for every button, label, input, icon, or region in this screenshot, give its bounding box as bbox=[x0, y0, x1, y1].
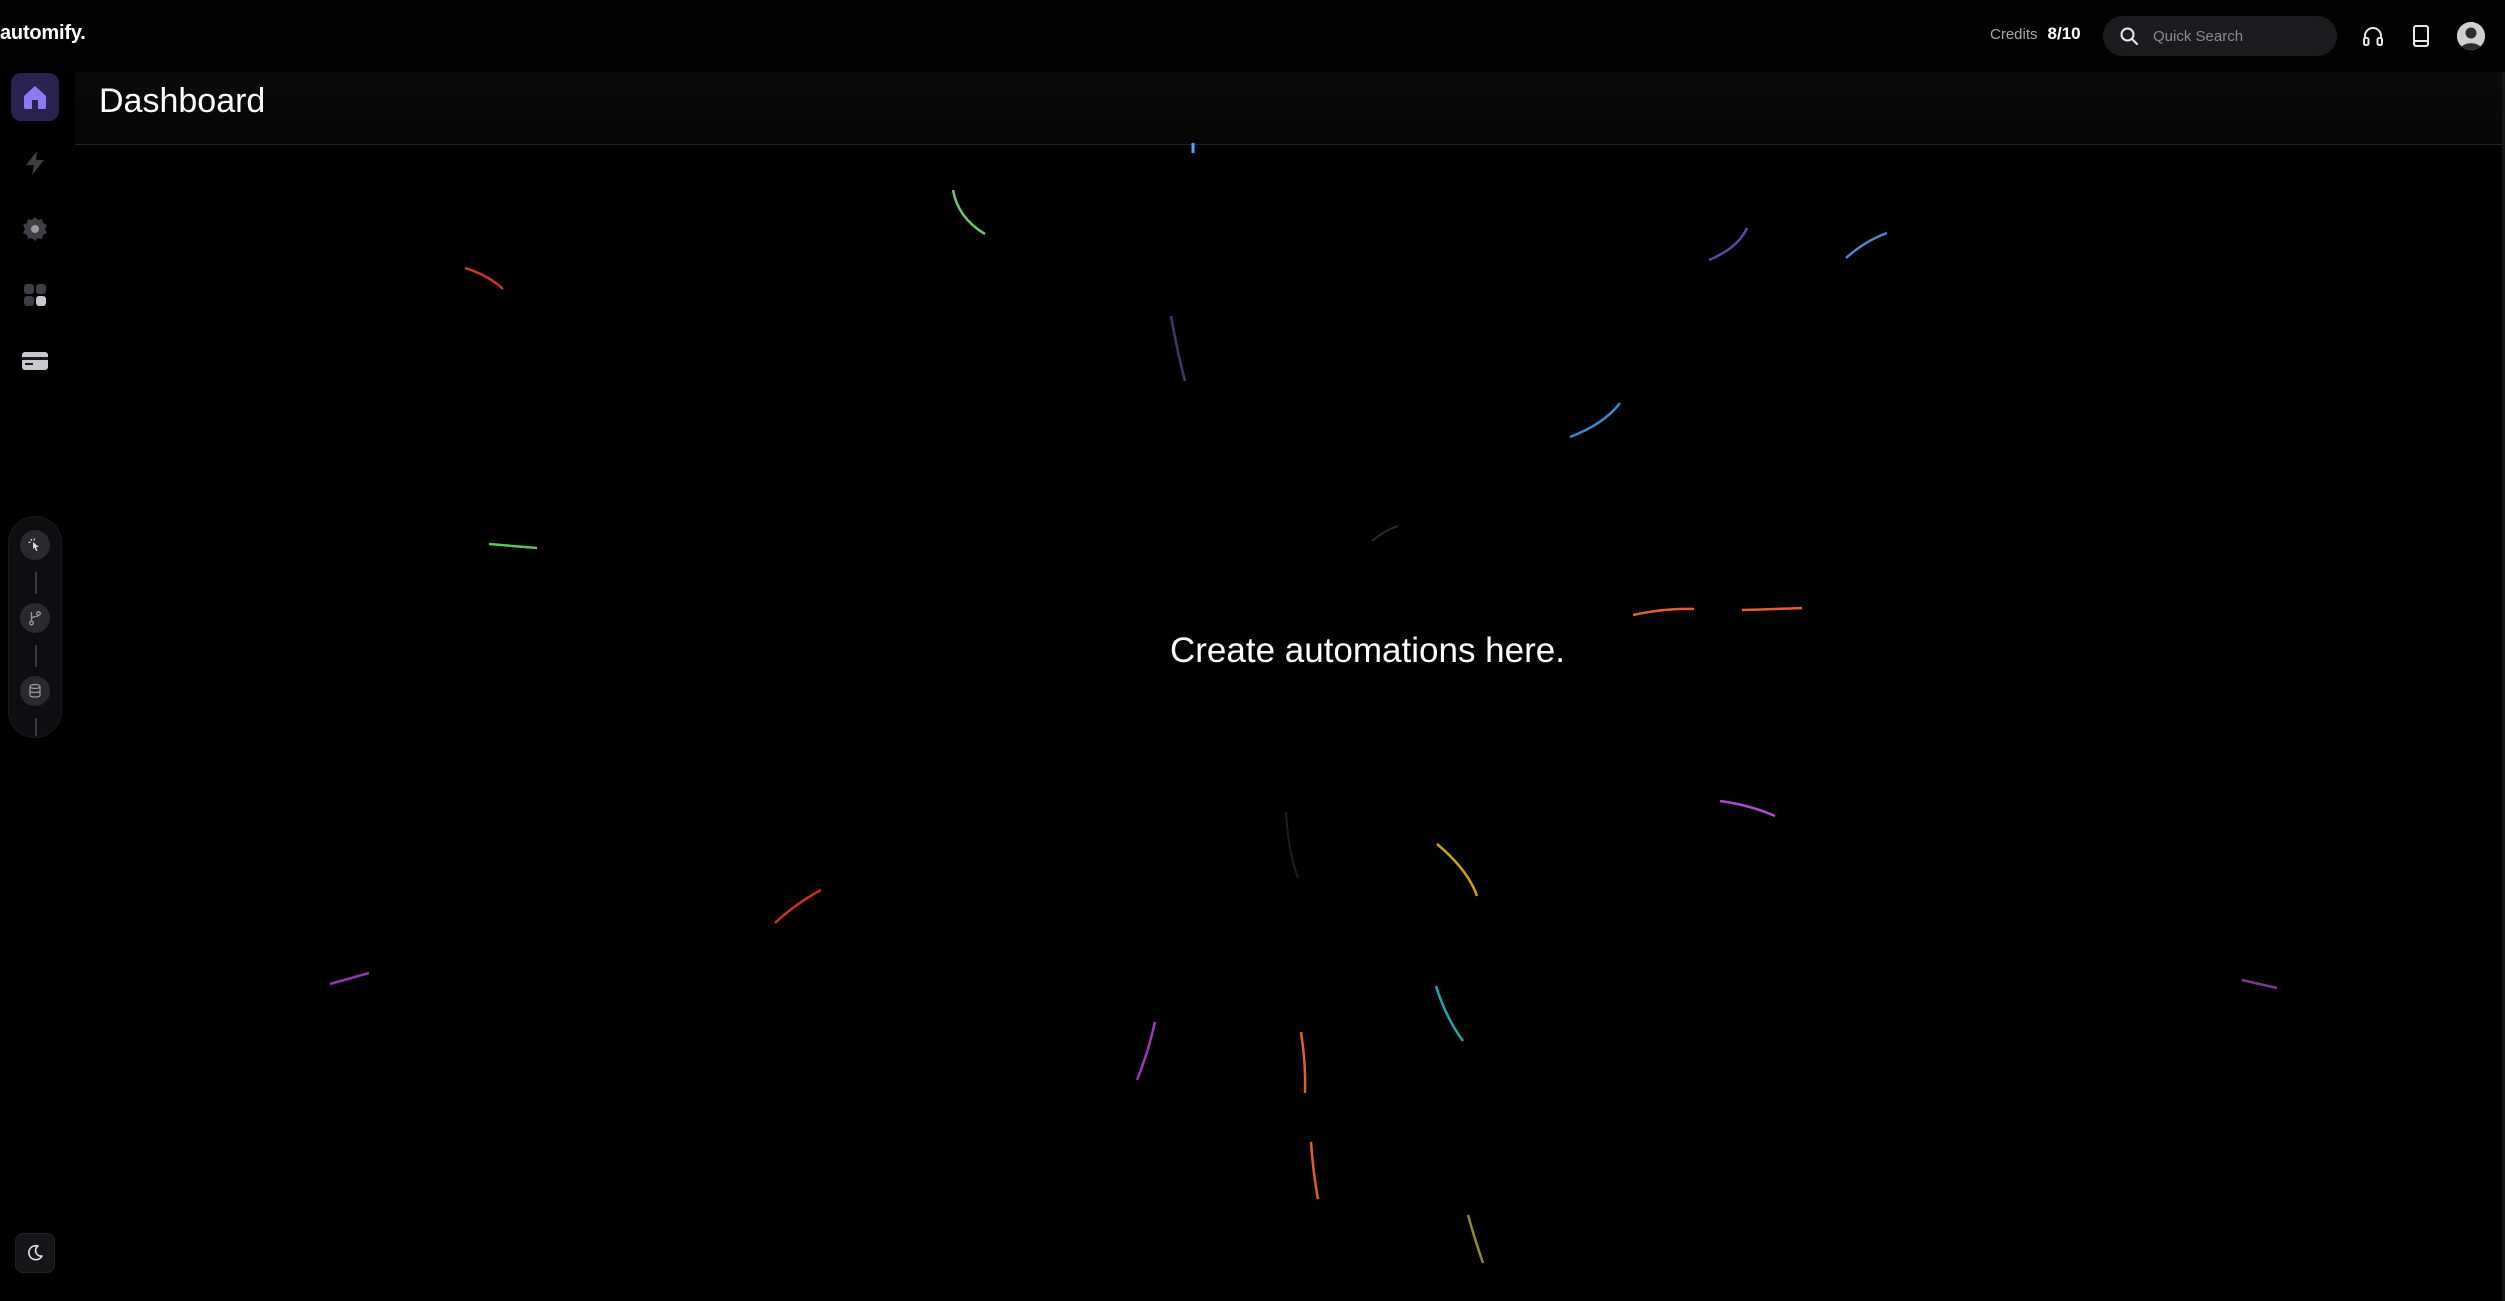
workflow-step-branch[interactable] bbox=[20, 603, 50, 633]
sidebar-item-billing[interactable] bbox=[11, 337, 59, 385]
theme-toggle-button[interactable] bbox=[15, 1233, 55, 1273]
workflow-connector bbox=[35, 645, 37, 667]
book-icon bbox=[2413, 25, 2429, 47]
headphones-icon bbox=[2363, 27, 2383, 46]
lightning-icon bbox=[26, 151, 44, 175]
sidebar-item-settings[interactable] bbox=[11, 205, 59, 253]
user-avatar[interactable] bbox=[2457, 22, 2485, 50]
dashboard-main: Create automations here. bbox=[75, 145, 2505, 1301]
app-window: automify. Credits 8/10 Quick Search Dash… bbox=[0, 0, 2505, 1301]
moon-icon bbox=[28, 1244, 43, 1261]
empty-state-message: Create automations here. bbox=[1170, 631, 1565, 670]
top-bar: automify. Credits 8/10 bbox=[0, 0, 2505, 72]
workflow-step-trigger[interactable] bbox=[20, 530, 50, 560]
branch-icon bbox=[29, 611, 41, 626]
workflow-connector bbox=[35, 572, 37, 594]
sidebar bbox=[0, 72, 72, 1301]
quick-search[interactable] bbox=[2103, 16, 2337, 56]
trigger-icon bbox=[28, 538, 39, 551]
workflow-connector bbox=[35, 718, 37, 736]
page-title: Dashboard bbox=[99, 82, 266, 120]
workflow-steps bbox=[8, 516, 62, 738]
home-icon bbox=[24, 86, 46, 109]
search-input[interactable] bbox=[2151, 26, 2325, 46]
support-headphones-button[interactable] bbox=[2357, 20, 2389, 52]
docs-button[interactable] bbox=[2405, 20, 2437, 52]
credit-card-icon bbox=[22, 352, 48, 370]
credits-indicator: Credits 8/10 bbox=[1990, 24, 2081, 44]
database-icon bbox=[29, 683, 41, 698]
apps-icon bbox=[24, 284, 46, 306]
sidebar-item-home[interactable] bbox=[11, 73, 59, 121]
page-header: Dashboard bbox=[75, 72, 2505, 145]
credits-label: Credits bbox=[1990, 26, 2038, 43]
user-avatar-icon bbox=[2457, 22, 2485, 50]
gear-icon bbox=[23, 217, 47, 241]
credits-value: 8/10 bbox=[2047, 24, 2081, 43]
sidebar-item-automations[interactable] bbox=[11, 139, 59, 187]
workflow-step-database[interactable] bbox=[20, 676, 50, 706]
brand-logo[interactable]: automify. bbox=[0, 22, 86, 45]
search-icon bbox=[2120, 27, 2138, 45]
sidebar-item-apps[interactable] bbox=[11, 271, 59, 319]
